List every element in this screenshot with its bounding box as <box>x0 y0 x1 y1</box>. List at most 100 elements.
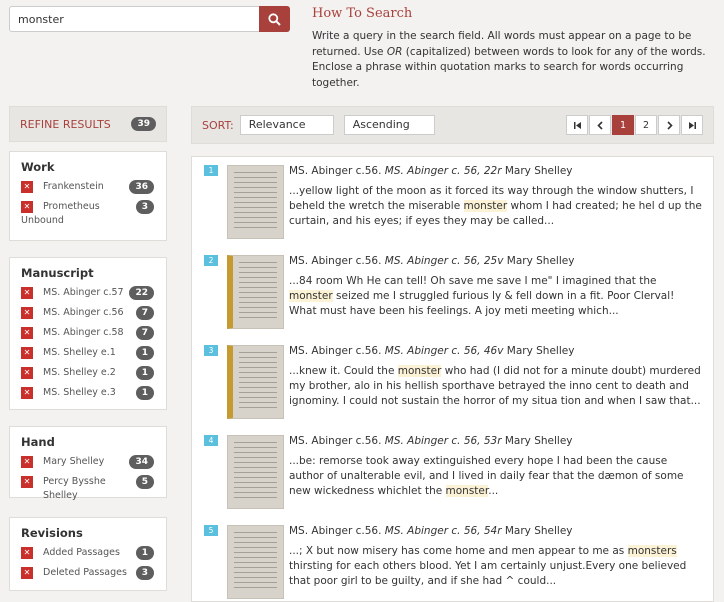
page-2-button[interactable]: 2 <box>635 115 657 135</box>
facet-item[interactable]: ✕ MS. Shelley e.3 1 <box>21 386 154 400</box>
sort-bar: SORT: Relevance Ascending 1 2 <box>191 106 714 144</box>
facet-item[interactable]: ✕ Frankenstein 36 <box>21 180 154 194</box>
result-number: 5 <box>204 525 218 536</box>
result-heading[interactable]: MS. Abinger c.56. MS. Abinger c. 56, 53r… <box>289 435 573 447</box>
result-snippet: ...knew it. Could the monster who had (I… <box>289 365 701 407</box>
refine-results-label: REFINE RESULTS <box>20 117 111 131</box>
facet-item[interactable]: ✕ MS. Abinger c.57 22 <box>21 286 154 300</box>
facet-count: 22 <box>129 286 154 300</box>
result-snippet: ...be: remorse took away extinguished ev… <box>289 455 684 497</box>
search-input[interactable] <box>9 6 259 32</box>
result-snippet: ...84 room Wh He can tell! Oh save me sa… <box>289 275 675 317</box>
results-list: 1 MS. Abinger c.56. MS. Abinger c. 56, 2… <box>191 156 714 602</box>
facet-count: 3 <box>135 566 154 580</box>
manuscript-thumbnail[interactable] <box>227 435 284 509</box>
search-hit: monster <box>463 200 508 212</box>
remove-filter-icon[interactable]: ✕ <box>21 181 33 193</box>
facet-title: Work <box>21 160 55 174</box>
search-hit: monster <box>445 485 489 497</box>
result-number: 1 <box>204 165 218 176</box>
facet-count: 3 <box>135 200 154 214</box>
facet-item[interactable]: ✕ Prometheus Unbound 3 <box>21 200 154 228</box>
how-to-search-title: How To Search <box>312 6 413 21</box>
remove-filter-icon[interactable]: ✕ <box>21 387 33 399</box>
result-heading[interactable]: MS. Abinger c.56. MS. Abinger c. 56, 46v… <box>289 345 574 357</box>
sort-by-select[interactable]: Relevance <box>239 115 334 135</box>
sort-order-select[interactable]: Ascending <box>343 115 435 135</box>
facet-count: 7 <box>135 326 154 340</box>
facet-count: 34 <box>129 455 154 469</box>
remove-filter-icon[interactable]: ✕ <box>21 456 33 468</box>
how-to-search-panel: How To Search Write a query in the searc… <box>312 6 712 91</box>
result-item[interactable]: 2 MS. Abinger c.56. MS. Abinger c. 56, 2… <box>192 247 713 337</box>
remove-filter-icon[interactable]: ✕ <box>21 201 33 213</box>
result-number: 3 <box>204 345 218 356</box>
result-snippet: ...; X but now misery has come home and … <box>289 545 687 587</box>
page-1-button[interactable]: 1 <box>612 115 634 135</box>
facet-item[interactable]: ✕ Added Passages 1 <box>21 546 154 560</box>
facet-revisions: Revisions ✕ Added Passages 1 ✕ Deleted Pas… <box>9 517 167 591</box>
facet-title: Revisions <box>21 526 83 540</box>
result-item[interactable]: 1 MS. Abinger c.56. MS. Abinger c. 56, 2… <box>192 157 713 247</box>
facet-item[interactable]: ✕ MS. Shelley e.2 1 <box>21 366 154 380</box>
search-button[interactable] <box>259 6 290 32</box>
refine-results-header: REFINE RESULTS 39 <box>9 106 167 142</box>
facet-manuscript: Manuscript ✕ MS. Abinger c.57 22 ✕ MS. Abi… <box>9 257 167 410</box>
facet-title: Hand <box>21 435 55 449</box>
chevron-right-icon <box>666 120 673 130</box>
result-heading[interactable]: MS. Abinger c.56. MS. Abinger c. 56, 54r… <box>289 525 573 537</box>
result-heading[interactable]: MS. Abinger c.56. MS. Abinger c. 56, 25v… <box>289 255 574 267</box>
manuscript-thumbnail[interactable] <box>227 255 284 329</box>
refine-results-count: 39 <box>131 117 156 131</box>
search-bar <box>9 6 290 32</box>
result-number: 4 <box>204 435 218 446</box>
facet-item[interactable]: ✕ Mary Shelley 34 <box>21 455 154 469</box>
facet-work: Work ✕ Frankenstein 36 ✕ Prometheus Unboun… <box>9 151 167 241</box>
search-hit: monster <box>397 365 442 377</box>
search-hit: monster <box>289 290 333 302</box>
search-icon <box>268 12 281 26</box>
facet-title: Manuscript <box>21 266 94 280</box>
manuscript-thumbnail[interactable] <box>227 345 284 419</box>
search-hit: monsters <box>627 545 677 557</box>
facet-count: 1 <box>135 366 154 380</box>
pagination: 1 2 <box>565 115 703 135</box>
facet-hand: Hand ✕ Mary Shelley 34 ✕ Percy Bysshe Shel… <box>9 426 167 501</box>
first-page-button[interactable] <box>566 115 588 135</box>
facet-count: 36 <box>129 180 154 194</box>
sort-label: SORT: <box>202 118 234 132</box>
last-page-button[interactable] <box>681 115 703 135</box>
next-page-button[interactable] <box>658 115 680 135</box>
result-heading[interactable]: MS. Abinger c.56. MS. Abinger c. 56, 22r… <box>289 165 573 177</box>
facet-count: 5 <box>135 475 154 489</box>
remove-filter-icon[interactable]: ✕ <box>21 367 33 379</box>
chevron-left-icon <box>596 120 603 130</box>
result-number: 2 <box>204 255 218 266</box>
remove-filter-icon[interactable]: ✕ <box>21 567 33 579</box>
facet-count: 1 <box>135 346 154 360</box>
result-item[interactable]: 4 MS. Abinger c.56. MS. Abinger c. 56, 5… <box>192 427 713 517</box>
facet-item[interactable]: ✕ MS. Abinger c.56 7 <box>21 306 154 320</box>
facet-item[interactable]: ✕ Deleted Passages 3 <box>21 566 154 580</box>
facet-count: 7 <box>135 306 154 320</box>
remove-filter-icon[interactable]: ✕ <box>21 287 33 299</box>
facet-item[interactable]: ✕ Percy Bysshe Shelley 5 <box>21 475 154 503</box>
result-snippet: ...yellow light of the moon as it forced… <box>289 185 702 227</box>
first-page-icon <box>573 121 581 129</box>
last-page-icon <box>688 121 696 129</box>
remove-filter-icon[interactable]: ✕ <box>21 347 33 359</box>
remove-filter-icon[interactable]: ✕ <box>21 547 33 559</box>
facet-item[interactable]: ✕ MS. Shelley e.1 1 <box>21 346 154 360</box>
prev-page-button[interactable] <box>589 115 611 135</box>
how-to-search-text: Write a query in the search field. All w… <box>312 30 706 89</box>
result-item[interactable]: 5 MS. Abinger c.56. MS. Abinger c. 56, 5… <box>192 517 713 601</box>
remove-filter-icon[interactable]: ✕ <box>21 476 33 488</box>
manuscript-thumbnail[interactable] <box>227 525 284 599</box>
facet-count: 1 <box>135 546 154 560</box>
result-item[interactable]: 3 MS. Abinger c.56. MS. Abinger c. 56, 4… <box>192 337 713 427</box>
manuscript-thumbnail[interactable] <box>227 165 284 239</box>
facet-item[interactable]: ✕ MS. Abinger c.58 7 <box>21 326 154 340</box>
facet-count: 1 <box>135 386 154 400</box>
remove-filter-icon[interactable]: ✕ <box>21 307 33 319</box>
remove-filter-icon[interactable]: ✕ <box>21 327 33 339</box>
